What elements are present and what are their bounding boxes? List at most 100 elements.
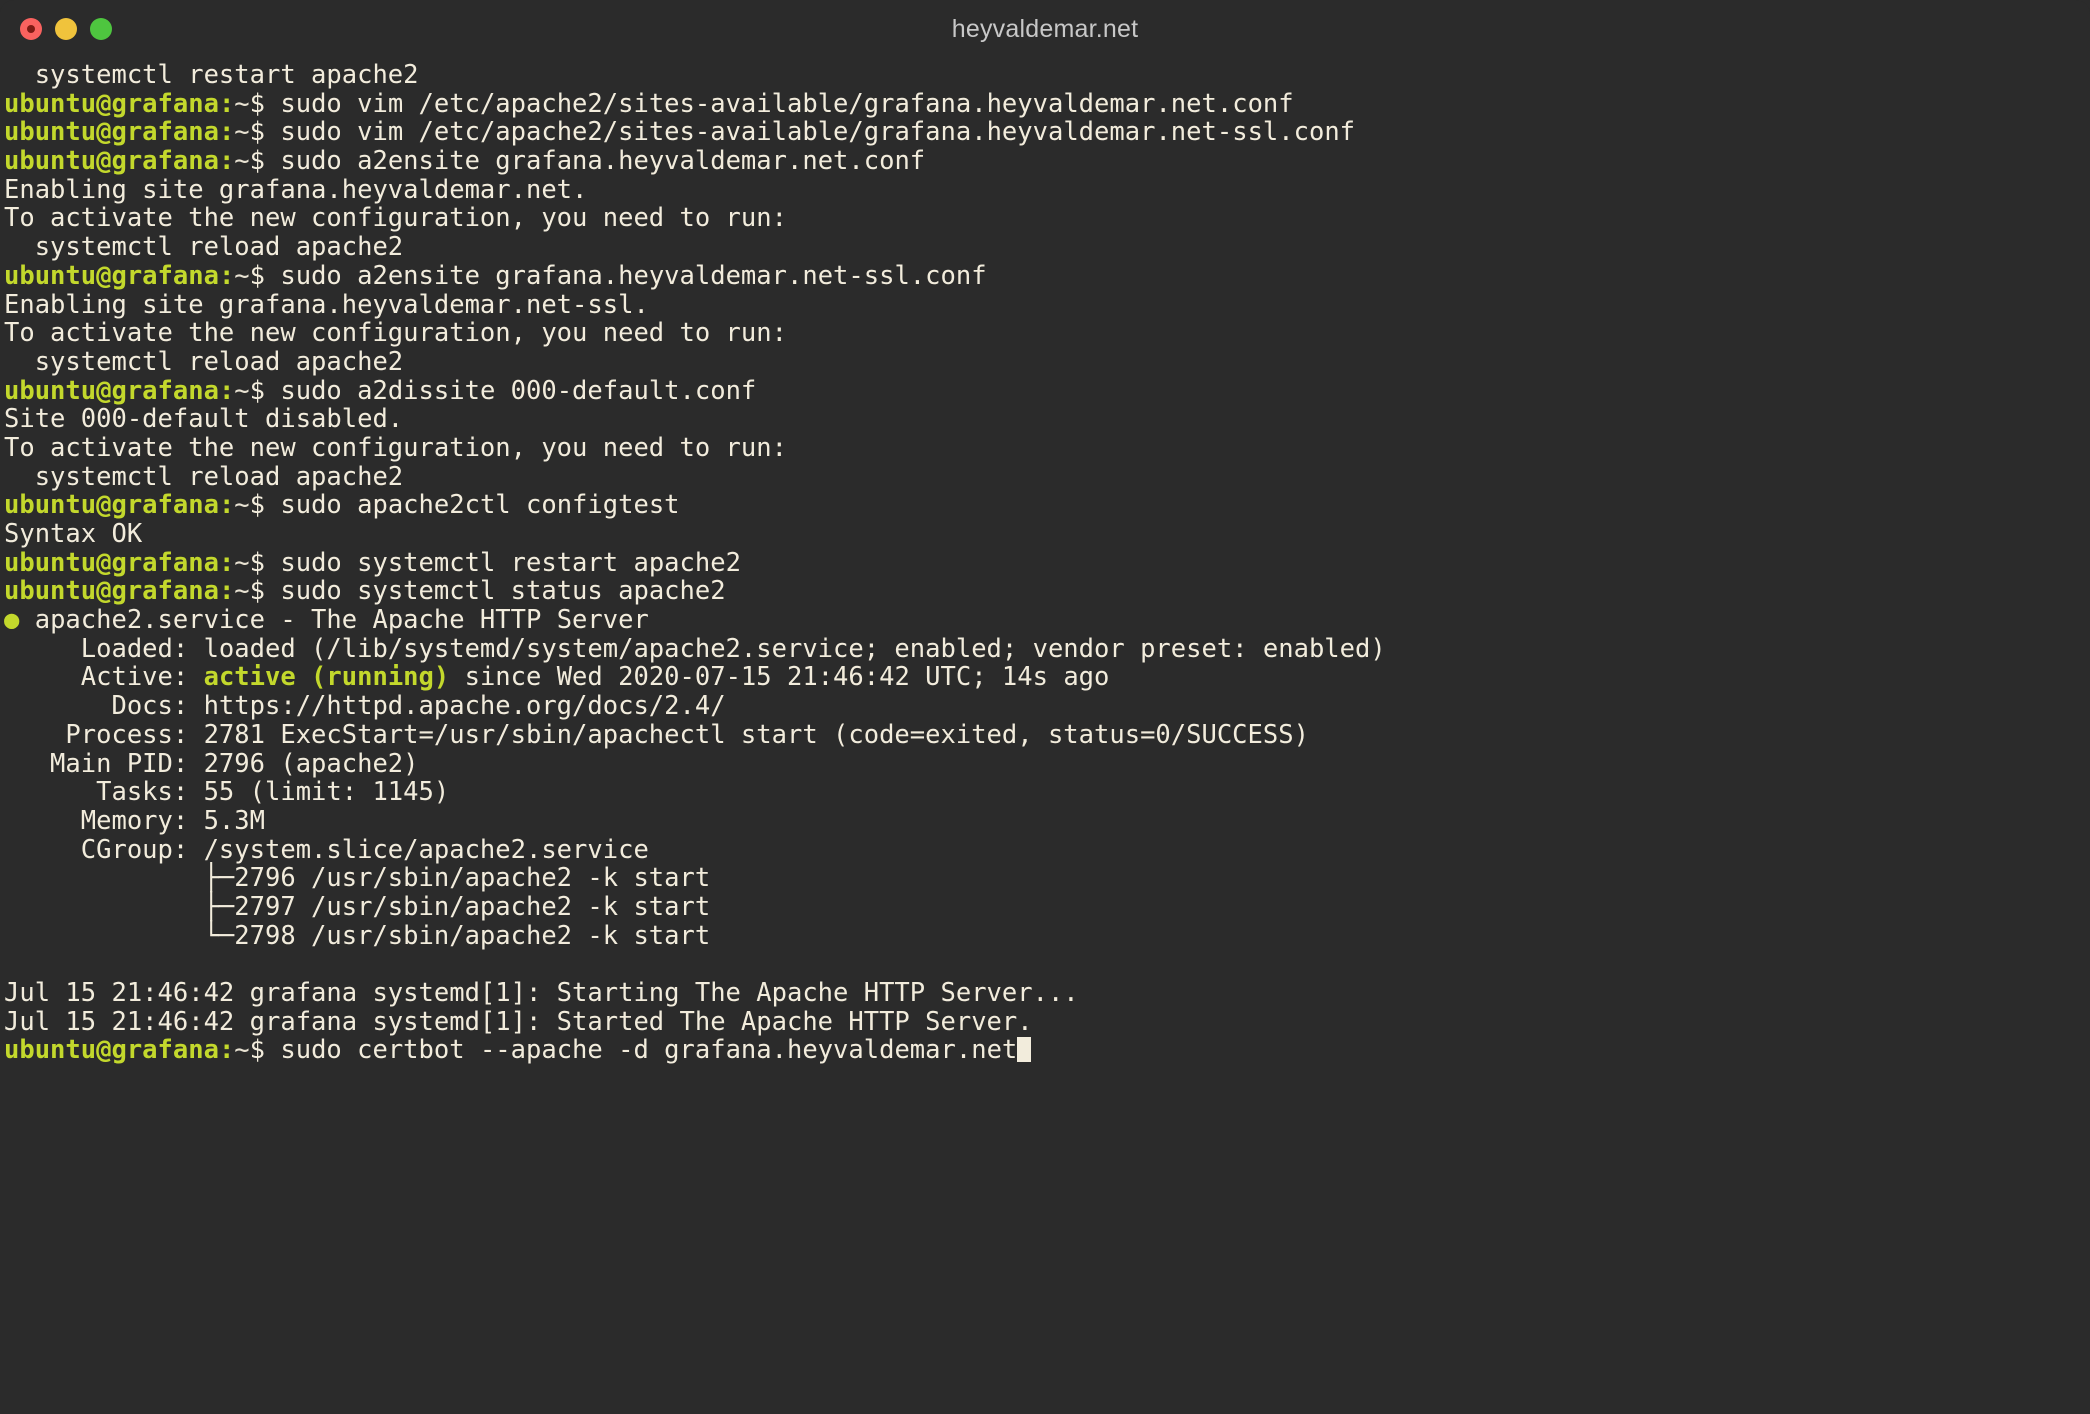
terminal-output-text: systemctl restart apache2 xyxy=(4,60,419,90)
prompt-colon: : xyxy=(218,88,235,119)
prompt-sigil: $ xyxy=(249,547,266,578)
terminal-output-line: Enabling site grafana.heyvaldemar.net-ss… xyxy=(4,289,2090,320)
prompt-sigil: $ xyxy=(249,576,266,607)
terminal-output-line: Jul 15 21:46:42 grafana systemd[1]: Star… xyxy=(4,979,2090,1008)
terminal-output-text xyxy=(4,949,19,979)
service-status-header-text: apache2.service - The Apache HTTP Server xyxy=(19,605,649,636)
prompt-user-host: ubuntu@grafana xyxy=(4,576,219,607)
service-active-since: since Wed 2020-07-15 21:46:42 UTC; 14s a… xyxy=(449,662,1110,693)
minimize-button[interactable] xyxy=(55,18,77,40)
terminal-output-line: CGroup: /system.slice/apache2.service xyxy=(4,834,2090,865)
terminal-command-line: ubuntu@grafana:~$ sudo a2ensite grafana.… xyxy=(4,147,2090,176)
terminal-command-text: sudo a2ensite grafana.heyvaldemar.net-ss… xyxy=(265,260,987,291)
terminal-output-line: Process: 2781 ExecStart=/usr/sbin/apache… xyxy=(4,719,2090,750)
service-active-badge: active (running) xyxy=(203,662,450,693)
terminal-output-text: └─2798 /usr/sbin/apache2 -k start xyxy=(4,920,711,951)
prompt-user-host: ubuntu@grafana xyxy=(4,88,219,119)
terminal-output-line: To activate the new configuration, you n… xyxy=(4,434,2090,463)
terminal-output-line: Memory: 5.3M xyxy=(4,807,2090,836)
terminal-command-line: ubuntu@grafana:~$ sudo a2dissite 000-def… xyxy=(4,375,2090,406)
terminal-output-line: Loaded: loaded (/lib/systemd/system/apac… xyxy=(4,633,2090,664)
terminal-command-line: ubuntu@grafana:~$ sudo systemctl restart… xyxy=(4,547,2090,578)
terminal-output-text: Syntax OK xyxy=(4,519,143,549)
terminal-command-line: ubuntu@grafana:~$ sudo a2ensite grafana.… xyxy=(4,260,2090,291)
prompt-colon: : xyxy=(218,547,235,578)
terminal-output-text: Enabling site grafana.heyvaldemar.net-ss… xyxy=(4,289,649,320)
terminal-output-text: Jul 15 21:46:42 grafana systemd[1]: Star… xyxy=(4,978,1079,1008)
terminal-output-text: Jul 15 21:46:42 grafana systemd[1]: Star… xyxy=(4,1006,1033,1037)
terminal-output-line: Main PID: 2796 (apache2) xyxy=(4,748,2090,779)
terminal-window: heyvaldemar.net systemctl restart apache… xyxy=(0,0,2090,1414)
terminal-output-line: └─2798 /usr/sbin/apache2 -k start xyxy=(4,920,2090,951)
terminal-output-line: systemctl restart apache2 xyxy=(4,61,2090,90)
text-cursor xyxy=(1017,1037,1032,1063)
terminal-output-line xyxy=(4,950,2090,979)
terminal-output-text: To activate the new configuration, you n… xyxy=(4,203,787,234)
terminal-output-text: Docs: https://httpd.apache.org/docs/2.4/ xyxy=(4,691,726,722)
terminal-output-text: Process: 2781 ExecStart=/usr/sbin/apache… xyxy=(4,719,1309,750)
terminal-command-text: sudo systemctl restart apache2 xyxy=(265,547,741,578)
terminal-command-line: ubuntu@grafana:~$ sudo vim /etc/apache2/… xyxy=(4,118,2090,147)
service-active-line: Active: active (running) since Wed 2020-… xyxy=(4,663,2090,692)
prompt-sigil: $ xyxy=(249,1035,266,1066)
terminal-output-text: systemctl reload apache2 xyxy=(4,461,404,492)
prompt-colon: : xyxy=(218,146,235,177)
prompt-user-host: ubuntu@grafana xyxy=(4,260,219,291)
prompt-path: ~ xyxy=(234,88,250,119)
terminal-output-line: To activate the new configuration, you n… xyxy=(4,319,2090,348)
prompt-path: ~ xyxy=(234,1035,250,1066)
window-title: heyvaldemar.net xyxy=(951,15,1139,43)
prompt-path: ~ xyxy=(234,547,250,578)
terminal-command-line: ubuntu@grafana:~$ sudo systemctl status … xyxy=(4,577,2090,606)
prompt-sigil: $ xyxy=(249,146,266,177)
terminal-command-text: sudo a2ensite grafana.heyvaldemar.net.co… xyxy=(265,146,926,177)
terminal-command-text: sudo systemctl status apache2 xyxy=(265,576,726,607)
terminal-output-text: Site 000-default disabled. xyxy=(4,404,404,435)
prompt-sigil: $ xyxy=(249,117,266,148)
terminal-output-text: ├─2797 /usr/sbin/apache2 -k start xyxy=(4,891,711,922)
terminal-output-line: Docs: https://httpd.apache.org/docs/2.4/ xyxy=(4,692,2090,721)
prompt-colon: : xyxy=(218,1035,235,1066)
prompt-user-host: ubuntu@grafana xyxy=(4,1035,219,1066)
service-running-dot-icon: ● xyxy=(4,605,20,636)
terminal-output-text: To activate the new configuration, you n… xyxy=(4,318,787,349)
prompt-path: ~ xyxy=(234,375,250,406)
window-titlebar: heyvaldemar.net xyxy=(0,0,2090,58)
terminal-output-line: systemctl reload apache2 xyxy=(4,348,2090,377)
prompt-colon: : xyxy=(218,260,235,291)
prompt-path: ~ xyxy=(234,117,250,148)
prompt-user-host: ubuntu@grafana xyxy=(4,146,219,177)
maximize-button[interactable] xyxy=(90,18,112,40)
terminal-command-line: ubuntu@grafana:~$ sudo certbot --apache … xyxy=(4,1036,2090,1065)
prompt-user-host: ubuntu@grafana xyxy=(4,375,219,406)
terminal-output-text: Main PID: 2796 (apache2) xyxy=(4,748,419,779)
terminal-output-line: Syntax OK xyxy=(4,520,2090,549)
terminal-body[interactable]: systemctl restart apache2 ubuntu@grafana:… xyxy=(0,58,2090,1414)
terminal-output-line: ├─2796 /usr/sbin/apache2 -k start xyxy=(4,864,2090,893)
terminal-command-text: sudo certbot --apache -d grafana.heyvald… xyxy=(265,1035,1018,1066)
terminal-output-line: To activate the new configuration, you n… xyxy=(4,204,2090,233)
terminal-output-text: Loaded: loaded (/lib/systemd/system/apac… xyxy=(4,633,1386,664)
prompt-user-host: ubuntu@grafana xyxy=(4,117,219,148)
terminal-output-text: systemctl reload apache2 xyxy=(4,232,404,263)
terminal-output-text: Enabling site grafana.heyvaldemar.net. xyxy=(4,174,588,205)
terminal-output-text: systemctl reload apache2 xyxy=(4,346,404,377)
terminal-output-text: CGroup: /system.slice/apache2.service xyxy=(4,834,649,865)
terminal-output-text: Tasks: 55 (limit: 1145) xyxy=(4,777,450,808)
terminal-command-line: ubuntu@grafana:~$ sudo vim /etc/apache2/… xyxy=(4,88,2090,119)
terminal-output: systemctl restart apache2 ubuntu@grafana:… xyxy=(4,58,2090,1065)
terminal-output-line: systemctl reload apache2 xyxy=(4,461,2090,492)
terminal-command-text: sudo vim /etc/apache2/sites-available/gr… xyxy=(265,117,1356,148)
terminal-output-line: Site 000-default disabled. xyxy=(4,405,2090,434)
terminal-output-line: Enabling site grafana.heyvaldemar.net. xyxy=(4,174,2090,205)
terminal-output-line: Jul 15 21:46:42 grafana systemd[1]: Star… xyxy=(4,1006,2090,1037)
prompt-sigil: $ xyxy=(249,88,266,119)
service-status-header: ● apache2.service - The Apache HTTP Serv… xyxy=(4,606,2090,635)
service-active-label: Active: xyxy=(4,662,204,693)
prompt-user-host: ubuntu@grafana xyxy=(4,547,219,578)
terminal-output-text: Memory: 5.3M xyxy=(4,805,265,836)
prompt-user-host: ubuntu@grafana xyxy=(4,490,219,521)
terminal-command-line: ubuntu@grafana:~$ sudo apache2ctl config… xyxy=(4,491,2090,520)
close-button[interactable] xyxy=(20,18,42,40)
prompt-path: ~ xyxy=(234,146,250,177)
